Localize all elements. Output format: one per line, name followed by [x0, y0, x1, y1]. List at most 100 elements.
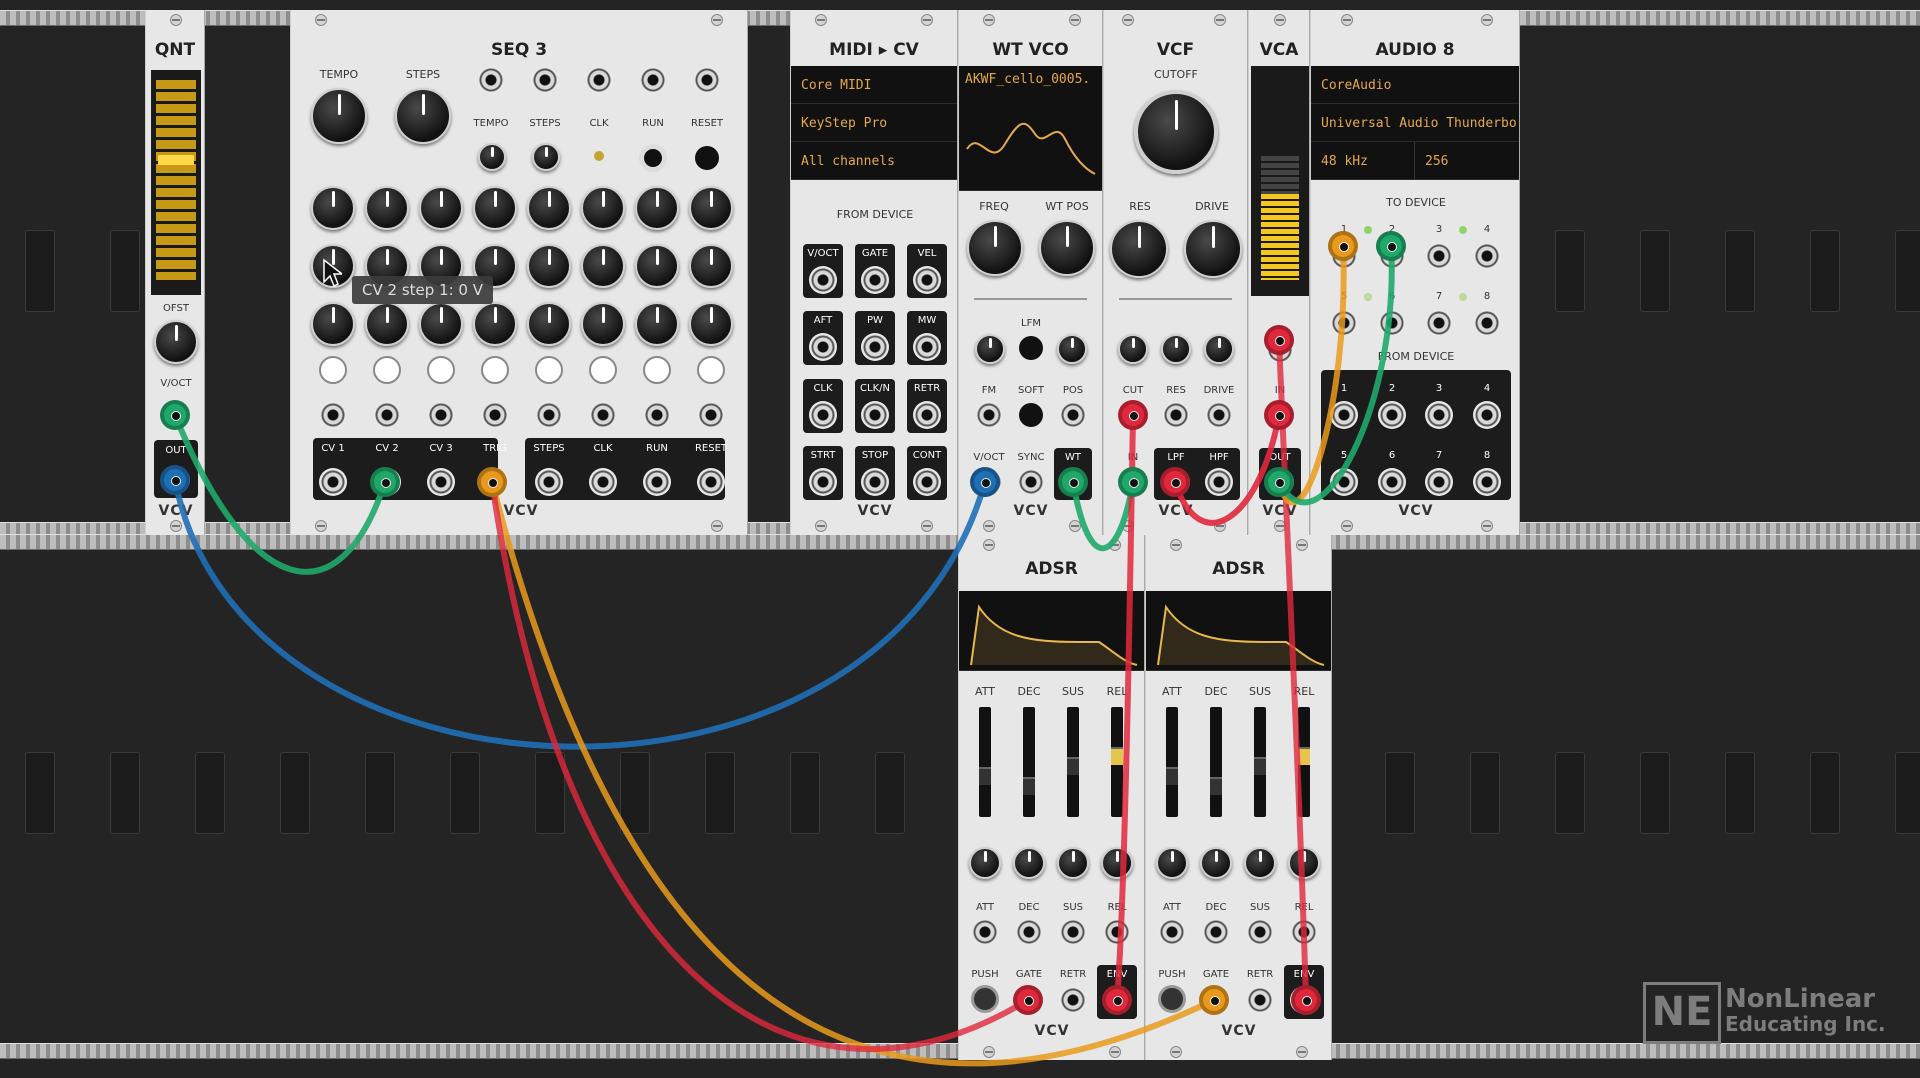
from-device-output-jack[interactable] [1330, 468, 1358, 496]
hpf-output-jack[interactable] [1205, 468, 1233, 496]
step-gate-output-jack[interactable] [535, 401, 563, 429]
slider-handle[interactable] [1210, 777, 1222, 795]
key-display[interactable] [156, 80, 196, 280]
cable-plug-adsr2-gate-plug[interactable] [1199, 985, 1229, 1015]
midi-output-jack[interactable] [861, 266, 889, 294]
cable-plug-vca-cv-plug[interactable] [1264, 325, 1294, 355]
cv-attenuator-knob[interactable] [1288, 847, 1320, 879]
sync-input-jack[interactable] [1017, 468, 1045, 496]
seq-output-jack[interactable] [697, 468, 725, 496]
midi-channel-select[interactable]: All channels [791, 142, 957, 180]
envelope-slider-att[interactable] [1166, 707, 1178, 817]
cv-attenuator-knob[interactable] [1013, 847, 1045, 879]
cv-input-jack[interactable] [1015, 918, 1043, 946]
cv-input-jack[interactable] [1246, 918, 1274, 946]
envelope-slider-sus[interactable] [1067, 707, 1079, 817]
midi-output-jack[interactable] [809, 333, 837, 361]
midi-device-select[interactable]: KeyStep Pro [791, 104, 957, 142]
retr-input-jack[interactable] [1059, 986, 1087, 1014]
seq-output-jack[interactable] [643, 468, 671, 496]
drive-input-jack[interactable] [1205, 401, 1233, 429]
from-device-output-jack[interactable] [1425, 401, 1453, 429]
step-cv-knob-row1[interactable] [527, 186, 571, 230]
step-gate-output-jack[interactable] [319, 401, 347, 429]
cable-plug-adsr1-env-plug[interactable] [1102, 985, 1132, 1015]
retr-input-jack[interactable] [1246, 986, 1274, 1014]
step-gate-output-jack[interactable] [427, 401, 455, 429]
step-gate-output-jack[interactable] [643, 401, 671, 429]
res-attenuverter[interactable] [1161, 334, 1191, 364]
audio-driver-select[interactable]: CoreAudio [1311, 66, 1519, 104]
envelope-slider-dec[interactable] [1023, 707, 1035, 817]
cutoff-knob[interactable] [1134, 90, 1218, 174]
cv-attenuator-knob[interactable] [969, 847, 1001, 879]
freq-knob[interactable] [967, 220, 1023, 276]
envelope-slider-rel[interactable] [1298, 707, 1310, 817]
step-gate-output-jack[interactable] [373, 401, 401, 429]
step-cv-knob-row1[interactable] [635, 186, 679, 230]
fm-attenuverter[interactable] [975, 334, 1005, 364]
to-device-input-jack[interactable] [1378, 309, 1406, 337]
cable-plug-seq-trig-plug[interactable] [477, 467, 507, 497]
envelope-slider-sus[interactable] [1254, 707, 1266, 817]
step-cv-knob-row1[interactable] [365, 186, 409, 230]
step-cv-knob-row3[interactable] [581, 302, 625, 346]
drive-attenuverter[interactable] [1204, 334, 1234, 364]
step-gate-button[interactable] [427, 356, 455, 384]
step-cv-knob-row1[interactable] [473, 186, 517, 230]
seq-output-jack[interactable] [427, 468, 455, 496]
wtpos-knob[interactable] [1039, 220, 1095, 276]
lfm-button[interactable] [1019, 336, 1043, 360]
from-device-output-jack[interactable] [1330, 401, 1358, 429]
seq-cv-input-jack[interactable] [693, 66, 721, 94]
envelope-slider-att[interactable] [979, 707, 991, 817]
level-slider[interactable] [1251, 66, 1309, 296]
step-cv-knob-row3[interactable] [635, 302, 679, 346]
step-cv-knob-row3[interactable] [311, 302, 355, 346]
step-cv-knob-row3[interactable] [419, 302, 463, 346]
from-device-output-jack[interactable] [1378, 468, 1406, 496]
envelope-slider-dec[interactable] [1210, 707, 1222, 817]
cv-input-jack[interactable] [1059, 918, 1087, 946]
midi-output-jack[interactable] [809, 401, 837, 429]
midi-output-jack[interactable] [809, 266, 837, 294]
step-cv-knob-row1[interactable] [581, 186, 625, 230]
seq-cv-input-jack[interactable] [639, 66, 667, 94]
cut-attenuverter[interactable] [1118, 334, 1148, 364]
cable-plug-seq-cv2-plug[interactable] [370, 467, 400, 497]
step-cv-knob-row2[interactable] [635, 244, 679, 288]
to-device-input-jack[interactable] [1473, 242, 1501, 270]
cable-plug-vca-in-plug[interactable] [1264, 400, 1294, 430]
midi-output-jack[interactable] [913, 401, 941, 429]
run-button[interactable] [639, 144, 667, 172]
drive-knob[interactable] [1184, 220, 1242, 278]
step-cv-knob-row1[interactable] [689, 186, 733, 230]
step-cv-knob-row2[interactable] [581, 244, 625, 288]
midi-output-jack[interactable] [913, 468, 941, 496]
cv-attenuator-knob[interactable] [1057, 847, 1089, 879]
module-adsr-2[interactable]: ADSR ATT ATT DEC DEC SUS SUS REL REL PUSH GATE RETR… [1145, 535, 1332, 1060]
step-cv-knob-row3[interactable] [365, 302, 409, 346]
seq-output-jack[interactable] [319, 468, 347, 496]
reset-button[interactable] [695, 146, 719, 170]
step-cv-knob-row3[interactable] [689, 302, 733, 346]
cable-plug-adsr1-gate-plug[interactable] [1013, 985, 1043, 1015]
step-cv-knob-row3[interactable] [473, 302, 517, 346]
cv-attenuator-knob[interactable] [1244, 847, 1276, 879]
slider-handle[interactable] [1166, 767, 1178, 785]
step-gate-output-jack[interactable] [697, 401, 725, 429]
module-midi-cv[interactable]: MIDI ▸ CV Core MIDI KeyStep Pro All chan… [790, 10, 958, 535]
cable-plug-wtvco-wt-plug[interactable] [1058, 467, 1088, 497]
step-cv-knob-row1[interactable] [311, 186, 355, 230]
pos-input-jack[interactable] [1059, 401, 1087, 429]
tempo-cv-attenuverter[interactable] [478, 143, 506, 171]
module-vcf[interactable]: VCF CUTOFF RES DRIVE CUT RES DRIVE IN LP… [1103, 10, 1248, 535]
module-audio-8[interactable]: AUDIO 8 CoreAudio Universal Audio Thunde… [1310, 10, 1520, 535]
offset-knob[interactable] [154, 320, 198, 364]
midi-output-jack[interactable] [913, 266, 941, 294]
module-wt-vco[interactable]: WT VCO AKWF_cello_0005. FREQ WT POS LFM … [958, 10, 1103, 535]
cv-input-jack[interactable] [1202, 918, 1230, 946]
slider-handle[interactable] [1298, 747, 1310, 765]
seq-cv-input-jack[interactable] [477, 66, 505, 94]
cv-input-jack[interactable] [1103, 918, 1131, 946]
